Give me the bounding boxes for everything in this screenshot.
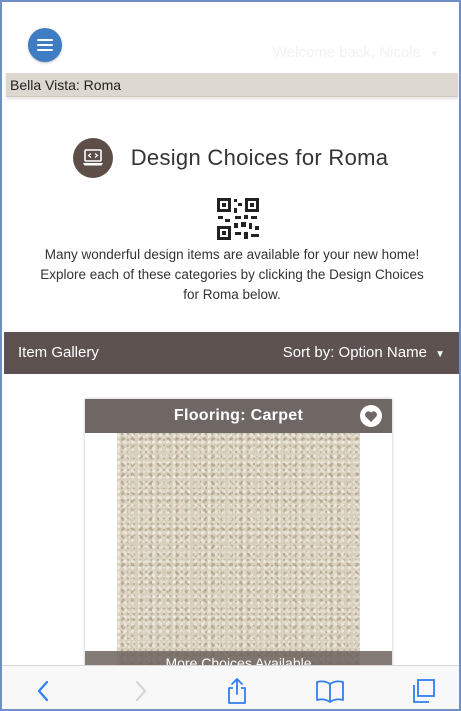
title-row: Design Choices for Roma (2, 135, 459, 181)
sort-dropdown[interactable]: Sort by: Option Name ▼ (283, 332, 445, 376)
forward-icon[interactable] (126, 676, 156, 706)
laptop-icon (72, 138, 113, 178)
top-header: Welcome back, Nicole ▼ (2, 2, 459, 72)
chevron-down-icon: ▼ (435, 349, 445, 360)
favorite-button[interactable] (360, 405, 382, 427)
hamburger-icon (37, 39, 53, 51)
share-icon[interactable] (222, 676, 252, 706)
bookmarks-icon[interactable] (315, 676, 345, 706)
menu-button[interactable] (28, 28, 62, 62)
sort-value: Option Name (338, 344, 427, 361)
heart-icon (365, 410, 377, 422)
qr-code-icon[interactable] (215, 196, 261, 242)
app-screen: Welcome back, Nicole ▼ Bella Vista: Roma… (0, 0, 461, 711)
gallery-card[interactable]: Flooring: Carpet More Choices Available (85, 399, 392, 679)
gallery-bar: Item Gallery Sort by: Option Name ▼ (4, 332, 459, 374)
breadcrumb: Bella Vista: Roma (6, 73, 458, 97)
tabs-icon[interactable] (408, 676, 438, 706)
intro-text: Many wonderful design items are availabl… (40, 247, 424, 302)
user-menu[interactable]: Welcome back, Nicole ▼ (273, 44, 439, 61)
page-title: Design Choices for Roma (130, 145, 389, 170)
chevron-down-icon: ▼ (429, 49, 439, 60)
card-title: Flooring: Carpet (85, 399, 392, 433)
carpet-swatch-image[interactable] (117, 433, 360, 679)
sort-label: Sort by: (282, 344, 335, 361)
welcome-text: Welcome back, Nicole (272, 44, 421, 61)
back-icon[interactable] (28, 676, 58, 706)
breadcrumb-text: Bella Vista: Roma (10, 77, 122, 93)
browser-toolbar (2, 665, 459, 709)
gallery-label: Item Gallery (18, 344, 99, 361)
